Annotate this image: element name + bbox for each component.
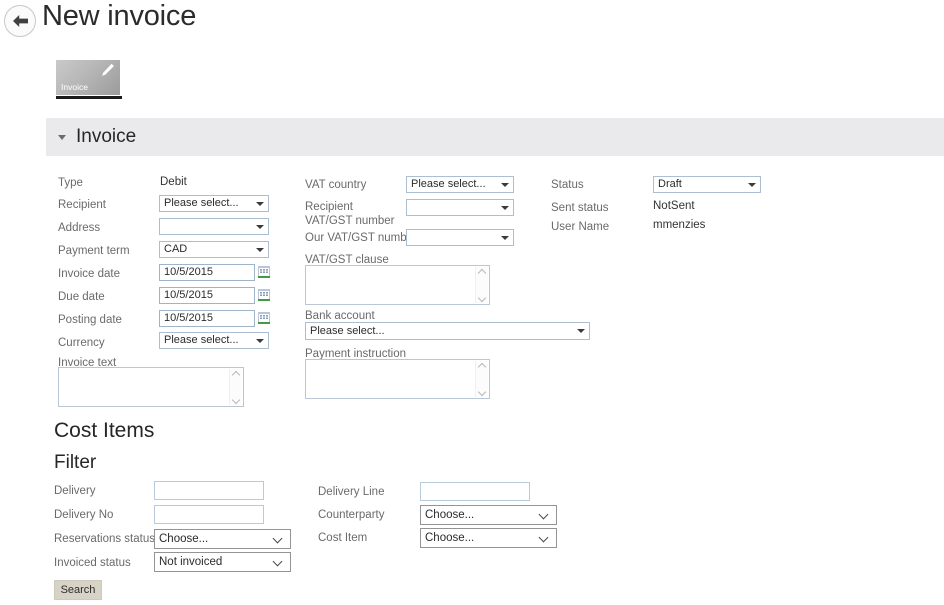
type-value: Debit <box>160 176 187 188</box>
chevron-down-icon <box>501 206 509 210</box>
chevron-down-icon <box>501 236 509 240</box>
invoiced-status-label: Invoiced status <box>54 557 131 569</box>
chevron-down-icon <box>256 339 264 343</box>
delivery-label: Delivery <box>54 485 96 497</box>
pencil-edit-icon <box>100 63 115 83</box>
delivery-no-input[interactable] <box>154 505 264 524</box>
sent-status-label: Sent status <box>551 202 609 214</box>
recipient-vat-dropdown[interactable] <box>406 199 514 216</box>
calendar-icon[interactable] <box>258 311 270 324</box>
search-button[interactable]: Search <box>54 580 102 600</box>
due-date-label: Due date <box>58 291 105 303</box>
chevron-down-icon <box>256 225 264 229</box>
invoice-section-bar[interactable]: Invoice <box>46 118 944 156</box>
chevron-down-icon[interactable] <box>479 389 486 394</box>
user-name-value: mmenzies <box>653 219 706 231</box>
invoice-date-input[interactable]: 10/5/2015 <box>159 264 255 281</box>
currency-dropdown-value: Please select... <box>164 334 239 346</box>
payment-term-dropdown-value: CAD <box>164 243 188 255</box>
status-dropdown[interactable]: Draft <box>653 176 761 193</box>
chevron-down-icon <box>274 558 283 567</box>
page-header: New invoice <box>0 0 944 46</box>
chevron-down-icon[interactable] <box>479 295 486 300</box>
cost-item-select[interactable]: Choose... <box>420 528 557 548</box>
chevron-down-icon <box>540 511 549 520</box>
recipient-dropdown-value: Please select... <box>164 197 239 209</box>
page-title: New invoice <box>42 0 197 32</box>
chevron-down-icon <box>748 183 756 187</box>
cost-items-heading: Cost Items <box>54 419 155 442</box>
invoice-text-textarea[interactable] <box>58 367 244 407</box>
status-dropdown-value: Draft <box>658 178 682 190</box>
counterparty-value: Choose... <box>425 509 475 521</box>
bank-account-dropdown[interactable]: Please select... <box>305 322 590 340</box>
posting-date-label: Posting date <box>58 314 122 326</box>
invoiced-status-select[interactable]: Not invoiced <box>154 552 291 572</box>
invoice-tile-wrapper: Invoice <box>56 60 122 99</box>
invoiced-status-value: Not invoiced <box>159 556 223 568</box>
chevron-down-icon <box>501 183 509 187</box>
calendar-icon[interactable] <box>258 265 270 278</box>
currency-dropdown[interactable]: Please select... <box>159 332 269 349</box>
delivery-line-input[interactable] <box>420 482 530 501</box>
chevron-down-icon <box>577 329 585 333</box>
chevron-down-icon <box>256 202 264 206</box>
calendar-icon[interactable] <box>258 288 270 301</box>
chevron-down-icon <box>540 534 549 543</box>
payment-term-dropdown[interactable]: CAD <box>159 241 269 258</box>
type-label: Type <box>58 177 83 189</box>
payment-instruction-scrollbar[interactable] <box>475 361 488 397</box>
vat-clause-scrollbar[interactable] <box>475 267 488 303</box>
bank-account-dropdown-value: Please select... <box>310 325 385 337</box>
cost-item-value: Choose... <box>425 532 475 544</box>
payment-term-label: Payment term <box>58 245 130 257</box>
chevron-down-icon <box>274 535 283 544</box>
recipient-dropdown[interactable]: Please select... <box>159 195 269 212</box>
chevron-down-icon[interactable] <box>233 397 240 402</box>
our-vat-label: Our VAT/GST number <box>305 232 417 244</box>
status-label: Status <box>551 179 584 191</box>
invoice-text-scrollbar[interactable] <box>229 369 242 405</box>
user-name-label: User Name <box>551 221 610 233</box>
counterparty-label: Counterparty <box>318 509 385 521</box>
address-label: Address <box>58 222 101 234</box>
reservations-status-label: Reservations status <box>54 533 155 545</box>
invoice-section-title: Invoice <box>76 126 137 147</box>
delivery-line-label: Delivery Line <box>318 486 385 498</box>
delivery-input[interactable] <box>154 481 264 500</box>
invoice-tile[interactable]: Invoice <box>56 60 120 95</box>
due-date-input[interactable]: 10/5/2015 <box>159 287 255 304</box>
chevron-down-icon <box>256 248 264 252</box>
filter-heading: Filter <box>54 452 97 473</box>
currency-label: Currency <box>58 337 105 349</box>
recipient-label: Recipient <box>58 199 106 211</box>
vat-clause-textarea[interactable] <box>305 265 490 305</box>
reservations-status-value: Choose... <box>159 533 209 545</box>
vat-country-dropdown-value: Please select... <box>411 178 486 190</box>
invoice-date-label: Invoice date <box>58 268 121 280</box>
chevron-up-icon[interactable] <box>479 270 486 275</box>
invoice-tile-underline <box>56 96 122 99</box>
vat-country-label: VAT country <box>305 179 367 191</box>
chevron-up-icon[interactable] <box>233 372 240 377</box>
vat-country-dropdown[interactable]: Please select... <box>406 176 514 193</box>
counterparty-select[interactable]: Choose... <box>420 505 557 525</box>
invoice-tile-label: Invoice <box>61 81 88 92</box>
back-button[interactable] <box>4 5 36 37</box>
sent-status-value: NotSent <box>653 200 695 212</box>
delivery-no-label: Delivery No <box>54 509 114 521</box>
chevron-up-icon[interactable] <box>479 364 486 369</box>
our-vat-dropdown[interactable] <box>406 229 514 246</box>
bank-account-label: Bank account <box>305 310 375 322</box>
caret-down-icon[interactable] <box>58 134 66 140</box>
recipient-vat-label: Recipient VAT/GST number <box>305 201 395 227</box>
back-arrow-icon <box>12 15 28 27</box>
posting-date-input[interactable]: 10/5/2015 <box>159 310 255 327</box>
payment-instruction-textarea[interactable] <box>305 359 490 399</box>
address-dropdown[interactable] <box>159 218 269 235</box>
cost-item-label: Cost Item <box>318 532 368 544</box>
reservations-status-select[interactable]: Choose... <box>154 529 291 549</box>
